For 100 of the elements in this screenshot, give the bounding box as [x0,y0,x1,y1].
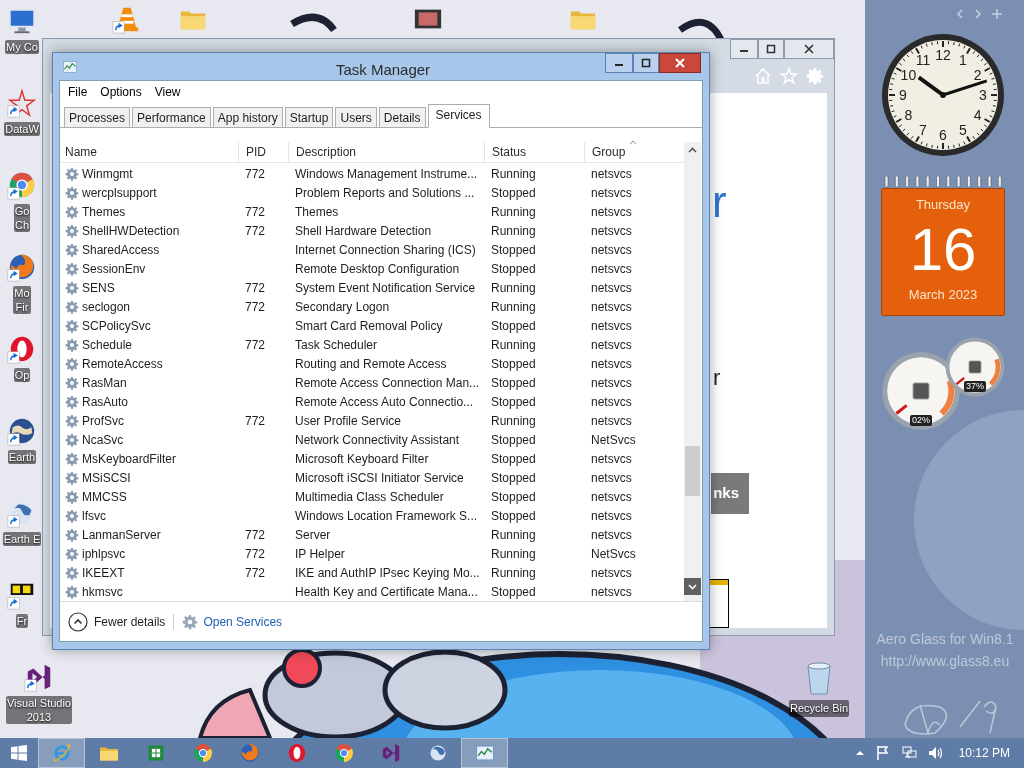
table-cell-text: Smart Card Removal Policy [294,317,444,335]
gear-icon [806,67,824,85]
clock-numeral: 3 [979,87,987,103]
table-cell-text: Winmgmt [82,165,133,183]
clock-numeral: 6 [939,127,947,143]
flag-icon[interactable] [874,745,891,761]
table-cell-text: Health Key and Certificate Mana... [294,583,479,601]
icon-label: Visual Studio 2013 [6,696,72,724]
tab[interactable]: Performance [132,107,211,127]
chevron-right-icon[interactable] [973,8,983,20]
table-cell-text: iphlpsvc [82,545,126,563]
scroll-thumb[interactable] [685,446,700,496]
table-cell-text: Stopped [490,355,537,373]
table-cell-text: Problem Reports and Solutions ... [294,184,476,202]
fewer-details-button[interactable]: Fewer details [68,611,166,632]
gear-icon [65,508,79,523]
table-cell-text: Stopped [490,260,537,278]
network-icon[interactable] [900,745,917,761]
table-cell-text: 772 [244,545,267,563]
speaker-icon[interactable] [926,745,945,761]
table-cell-text: SessionEnv [82,260,146,278]
gear-icon [65,223,79,238]
trash-bin-icon[interactable] [804,662,834,696]
icon-label: Mo Fir [13,286,31,314]
planet-icon[interactable] [7,416,37,446]
e-logo-icon [50,742,73,764]
links-button[interactable]: nks [711,473,749,514]
table-cell-text: netsvcs [590,298,633,316]
table-cell-text: Running [490,165,537,183]
clock-numeral: 8 [904,107,913,123]
clock-time[interactable]: 10:12 PM [958,744,1010,762]
taskbar-button[interactable] [461,738,508,768]
table-cell-text: IKEEXT [82,564,125,582]
column-header[interactable]: Description [288,142,484,162]
table-cell-text: netsvcs [590,507,633,525]
table-cell-text: Running [490,526,537,544]
table-cell-text: Windows Management Instrume... [294,165,479,183]
menu-item[interactable]: File [68,83,88,101]
clock-numeral: 12 [935,47,951,63]
tab[interactable]: Users [335,107,377,127]
table-cell-text: Secondary Logon [294,298,391,316]
menu-item[interactable]: View [154,83,181,101]
meter-dial-drawing [944,336,1006,398]
wallpaper-curve-drawing [290,13,337,33]
gear-icon [65,489,79,504]
icon-label: DataW [4,122,40,136]
page-heading: r [712,177,727,227]
table-cell-text: Microsoft Keyboard Filter [294,450,430,468]
table-cell-text: Windows Location Framework S... [294,507,479,525]
table-cell-text: ProfSvc [82,412,124,430]
minimize-button[interactable] [730,39,758,59]
table-cell-text: Themes [294,203,340,221]
tab[interactable]: Processes [64,107,131,127]
tab[interactable]: Details [378,107,426,127]
gear-icon [65,451,79,466]
scroll-down-icon[interactable] [684,578,701,595]
open-services-link[interactable]: Open Services [182,612,283,631]
tab[interactable]: Startup [284,107,334,127]
table-cell-text: netsvcs [590,241,633,259]
table-cell-text: netsvcs [590,526,633,544]
table-cell-text: 772 [244,526,267,544]
table-cell-text: RasAuto [82,393,129,411]
table-cell-text: User Profile Service [294,412,403,430]
icon-label: Fr [15,614,29,628]
column-header[interactable]: Name [60,142,238,162]
column-header[interactable]: PID [238,142,288,162]
tab[interactable]: App history [212,107,283,127]
table-cell-text: netsvcs [590,203,633,221]
table-cell-text: Remote Access Connection Man... [294,374,481,392]
table-cell-text: 772 [244,279,267,297]
column-header[interactable]: Status [484,142,584,162]
fox-globe-icon[interactable] [7,252,37,282]
table-cell-text: Stopped [490,393,537,411]
table-cell-text: 772 [244,203,267,221]
chevron-up-circle-icon [68,611,88,632]
gear-icon [65,261,79,276]
clock-numeral: 5 [959,121,967,138]
minimize-button[interactable] [605,53,633,73]
maximize-button[interactable] [633,53,659,73]
table-cell-text: Stopped [490,184,537,202]
plus-icon[interactable] [991,8,1003,20]
maximize-button[interactable] [758,39,784,59]
chevron-left-icon[interactable] [955,8,965,20]
clock-numeral: 4 [973,107,982,123]
scrollbar[interactable] [684,142,701,601]
table-cell-text: Stopped [490,241,537,259]
chevron-up-icon[interactable] [854,749,865,757]
table-cell-text: Stopped [490,450,537,468]
table-cell-text: Stopped [490,469,537,487]
table-cell-text: Server [294,526,332,544]
star-icon[interactable] [7,88,37,118]
tricolor-circle-icon[interactable] [7,170,37,200]
gear-icon [65,584,79,599]
close-button[interactable] [659,53,701,73]
monitor-icon[interactable] [7,6,37,36]
table-cell-text: Running [490,564,537,582]
gear-icon [65,280,79,295]
meter-reading: 37% [964,381,986,392]
tab[interactable]: Services [427,104,490,128]
menu-item[interactable]: Options [100,83,142,101]
